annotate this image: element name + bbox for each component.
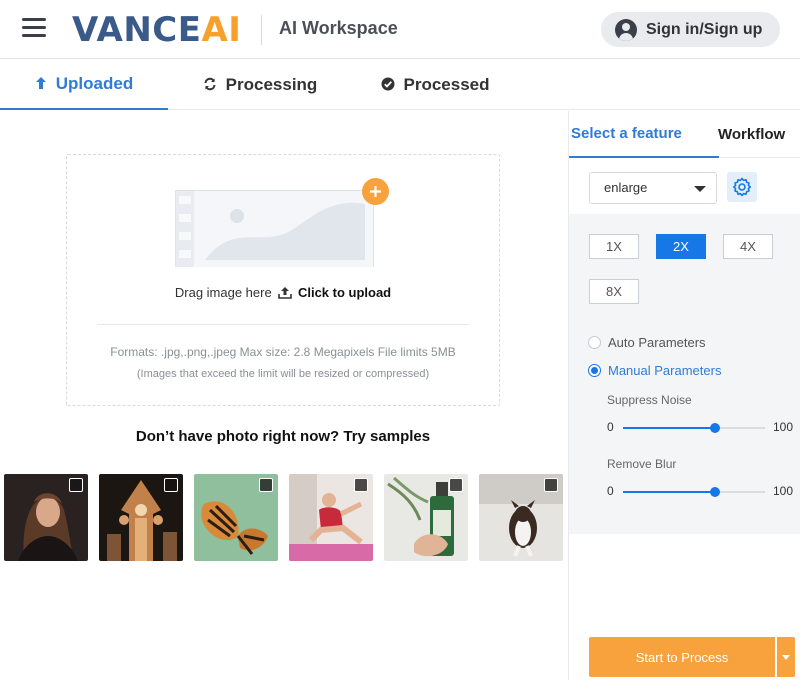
workspace-title: AI Workspace	[279, 18, 398, 38]
tab-workflow[interactable]: Workflow	[718, 111, 800, 158]
header-divider	[261, 15, 262, 45]
click-to-upload-link[interactable]: Click to upload	[298, 285, 391, 300]
upload-tray-icon	[278, 286, 293, 302]
tab-processed[interactable]: Processed	[370, 60, 500, 110]
remove-blur-slider[interactable]	[623, 487, 765, 497]
hamburger-menu-icon[interactable]	[22, 18, 46, 38]
signin-button[interactable]: Sign in/Sign up	[601, 12, 780, 47]
remove-blur-label: Remove Blur	[607, 457, 677, 471]
sample-dog-in-snow[interactable]	[479, 474, 563, 561]
scale-4x-button[interactable]: 4X	[723, 234, 773, 259]
sample-clock-tower[interactable]	[99, 474, 183, 561]
slider-handle[interactable]	[710, 423, 721, 433]
feature-select[interactable]: enlarge	[589, 172, 717, 204]
logo-main: VANCE	[72, 10, 202, 50]
drag-instruction: Drag image here Click to upload	[67, 285, 499, 302]
sample-thumbnails	[4, 474, 564, 561]
right-panel: Select a feature Workflow enlarge 1X 2X …	[568, 111, 800, 680]
feature-settings-button[interactable]	[727, 172, 757, 202]
start-options-dropdown[interactable]	[777, 637, 795, 677]
upload-image-illustration	[175, 190, 374, 267]
sample-butterfly[interactable]	[194, 474, 278, 561]
top-header: VANCEAI AI Workspace Sign in/Sign up	[0, 0, 800, 59]
suppress-noise-min: 0	[607, 420, 614, 434]
panel-tabs: Select a feature Workflow	[569, 111, 800, 158]
feature-select-value: enlarge	[604, 180, 648, 195]
remove-blur-min: 0	[607, 484, 614, 498]
tab-processing-label: Processing	[225, 75, 318, 94]
format-info: Formats: .jpg,.png,.jpeg Max size: 2.8 M…	[110, 345, 456, 359]
status-tabs: Uploaded Processing Processed	[0, 60, 800, 110]
remove-blur-max: 100	[773, 484, 794, 498]
manual-parameters-radio[interactable]: Manual Parameters	[588, 363, 721, 378]
slider-fill	[623, 427, 716, 429]
sample-portrait-woman[interactable]	[4, 474, 88, 561]
arrow-up-icon	[35, 76, 47, 93]
auto-parameters-label: Auto Parameters	[608, 335, 706, 350]
user-icon	[615, 18, 637, 41]
sample-yoga-woman[interactable]	[289, 474, 373, 561]
samples-title: Don’t have photo right now? Try samples	[135, 428, 431, 445]
start-process-button[interactable]: Start to Process	[589, 637, 775, 677]
scale-1x-button[interactable]: 1X	[589, 234, 639, 259]
radio-dot	[588, 336, 601, 349]
logo-accent: AI	[201, 10, 242, 50]
sample-checkbox[interactable]	[259, 478, 273, 492]
tab-select-feature[interactable]: Select a feature	[569, 111, 719, 158]
auto-parameters-radio[interactable]: Auto Parameters	[588, 335, 706, 350]
chevron-down-icon	[694, 186, 706, 192]
suppress-noise-max: 100	[773, 420, 794, 434]
tab-processing[interactable]: Processing	[190, 60, 330, 110]
feature-settings-area: 1X 2X 4X 8X Auto Parameters Manual Param…	[569, 214, 800, 534]
scale-2x-button[interactable]: 2X	[656, 234, 706, 259]
size-note: (Images that exceed the limit will be re…	[136, 368, 430, 380]
drag-text: Drag image here	[174, 285, 272, 300]
scale-8x-button[interactable]: 8X	[589, 279, 639, 304]
sample-checkbox[interactable]	[449, 478, 463, 492]
vanceai-logo[interactable]: VANCEAI	[72, 10, 241, 50]
signin-label: Sign in/Sign up	[646, 20, 763, 38]
slider-fill	[623, 491, 716, 493]
gear-icon	[733, 177, 751, 197]
sample-green-bottle[interactable]	[384, 474, 468, 561]
suppress-noise-label: Suppress Noise	[607, 393, 692, 407]
dropzone-divider	[97, 324, 469, 325]
sample-checkbox[interactable]	[544, 478, 558, 492]
slider-handle[interactable]	[710, 487, 721, 497]
manual-parameters-label: Manual Parameters	[608, 363, 722, 378]
sample-checkbox[interactable]	[164, 478, 178, 492]
suppress-noise-slider[interactable]	[623, 423, 765, 433]
tab-uploaded-label: Uploaded	[55, 74, 134, 93]
sample-checkbox[interactable]	[69, 478, 83, 492]
radio-dot	[588, 364, 601, 377]
check-circle-icon	[381, 77, 395, 94]
tab-processed-label: Processed	[403, 75, 490, 94]
tab-uploaded[interactable]: Uploaded	[0, 60, 168, 110]
sample-checkbox[interactable]	[354, 478, 368, 492]
refresh-icon	[203, 77, 217, 94]
add-image-icon[interactable]	[362, 178, 389, 205]
upload-dropzone[interactable]: Drag image here Click to upload Formats:…	[66, 154, 500, 406]
